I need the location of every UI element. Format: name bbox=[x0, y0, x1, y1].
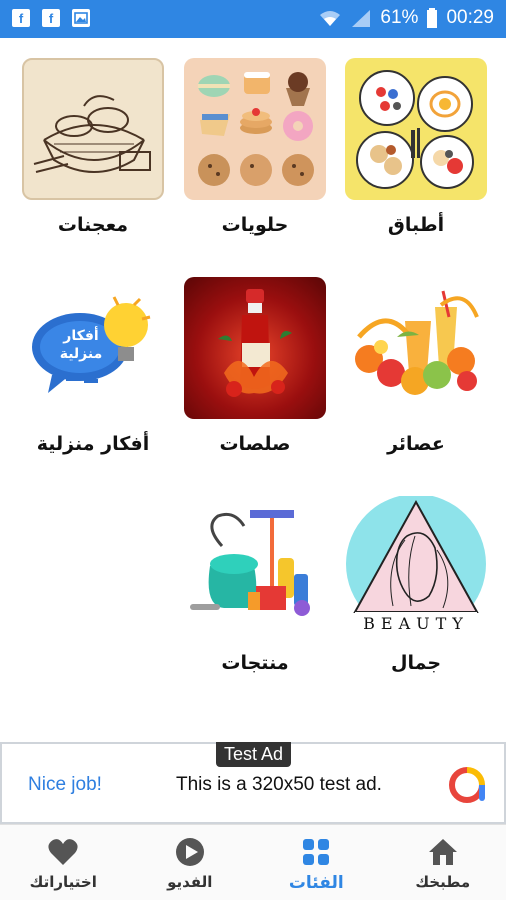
wifi-icon bbox=[320, 11, 341, 26]
bottom-navigation: مطبخك الفئات الفديو اختياراتك bbox=[0, 824, 506, 900]
cellular-signal-icon bbox=[352, 10, 371, 27]
admob-logo-icon bbox=[449, 767, 485, 803]
facebook-notification-icon: f bbox=[42, 9, 60, 27]
play-icon bbox=[175, 838, 204, 866]
sweets-image bbox=[184, 58, 326, 200]
sauces-image bbox=[184, 277, 326, 419]
beauty-image-caption: BEAUTY bbox=[363, 614, 469, 633]
category-label: أطباق bbox=[387, 214, 445, 236]
category-tile-pastries[interactable]: معجنات bbox=[22, 58, 164, 236]
category-tile-sauces[interactable]: صلصات bbox=[184, 277, 326, 455]
nav-label: الفديو bbox=[167, 873, 213, 891]
nav-item-categories[interactable]: الفئات bbox=[253, 825, 380, 900]
products-image bbox=[184, 496, 326, 638]
nav-label: اختياراتك bbox=[29, 873, 97, 891]
home-icon bbox=[428, 839, 457, 865]
test-ad-badge: Test Ad bbox=[216, 742, 292, 767]
system-indicators: 61% 00:29 bbox=[318, 7, 494, 29]
ad-cta-link[interactable]: Nice job! bbox=[28, 774, 102, 796]
heart-icon bbox=[48, 839, 78, 865]
pastries-image bbox=[22, 58, 164, 200]
notification-icons: f f bbox=[12, 9, 90, 27]
category-label: جمال bbox=[390, 652, 442, 674]
category-tile-products[interactable]: منتجات bbox=[184, 496, 326, 674]
category-tile-home-ideas[interactable]: أفكار منزلية أفكار منزلية bbox=[22, 277, 164, 455]
juices-image bbox=[345, 277, 487, 419]
beauty-image: BEAUTY bbox=[345, 496, 487, 638]
status-bar: f f 61% 00:29 bbox=[0, 0, 506, 38]
facebook-notification-icon: f bbox=[12, 9, 30, 27]
grid-icon bbox=[303, 839, 330, 865]
gallery-notification-icon bbox=[72, 9, 90, 27]
clock: 00:29 bbox=[446, 7, 494, 28]
category-label: معجنات bbox=[57, 214, 129, 236]
app-screen: f f 61% 00:29 أطباق حلويات معجنات عصائر … bbox=[0, 0, 506, 900]
nav-label: مطبخك bbox=[415, 873, 471, 891]
battery-icon bbox=[427, 8, 438, 28]
nav-item-video[interactable]: الفديو bbox=[127, 825, 254, 900]
category-label: عصائر bbox=[387, 433, 445, 455]
category-tile-beauty[interactable]: BEAUTY جمال bbox=[345, 496, 487, 674]
home-ideas-image-caption: أفكار منزلية bbox=[59, 328, 103, 362]
category-label: صلصات bbox=[219, 433, 291, 455]
nav-item-kitchen[interactable]: مطبخك bbox=[380, 825, 506, 900]
dishes-image bbox=[345, 58, 487, 200]
category-tile-dishes[interactable]: أطباق bbox=[345, 58, 487, 236]
home-ideas-image: أفكار منزلية bbox=[22, 277, 164, 419]
ad-banner[interactable]: Test Ad Nice job! This is a 320x50 test … bbox=[0, 742, 506, 824]
ad-text: This is a 320x50 test ad. bbox=[176, 774, 382, 795]
nav-label: الفئات bbox=[288, 873, 344, 893]
category-label: أفكار منزلية bbox=[36, 433, 150, 455]
category-label: حلويات bbox=[221, 214, 289, 236]
nav-item-favorites[interactable]: اختياراتك bbox=[0, 825, 127, 900]
category-tile-sweets[interactable]: حلويات bbox=[184, 58, 326, 236]
battery-percent: 61% bbox=[380, 7, 419, 28]
category-label: منتجات bbox=[221, 652, 289, 674]
category-tile-juices[interactable]: عصائر bbox=[345, 277, 487, 455]
